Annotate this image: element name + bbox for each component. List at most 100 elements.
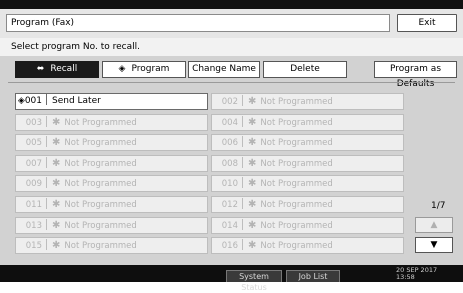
program-slot[interactable]: 013 ✱ Not Programmed — [15, 217, 208, 234]
not-programmed-icon: ✱ — [52, 158, 61, 169]
slot-divider — [242, 136, 243, 147]
program-name: Not Programmed — [260, 159, 333, 169]
program-number: 014 — [212, 219, 238, 233]
tab-delete[interactable]: Delete — [263, 61, 347, 78]
program-name: Not Programmed — [260, 138, 333, 148]
program-number: 006 — [212, 136, 238, 150]
tab-label: Delete — [290, 64, 320, 74]
program-name: Not Programmed — [64, 118, 137, 128]
slot-divider — [46, 94, 47, 105]
program-number: 005 — [16, 136, 42, 150]
program-name: Not Programmed — [260, 179, 333, 189]
program-slot[interactable]: 015 ✱ Not Programmed — [15, 237, 208, 254]
divider — [8, 82, 455, 83]
program-slot[interactable]: 012 ✱ Not Programmed — [211, 196, 404, 213]
program-number: 004 — [212, 116, 238, 130]
program-number-text: 011 — [25, 200, 42, 210]
page-title: Program (Fax) — [11, 18, 75, 28]
program-slot[interactable]: 003 ✱ Not Programmed — [15, 114, 208, 131]
tab-recall[interactable]: ⬌ Recall — [15, 61, 99, 78]
program-number-text: 007 — [25, 159, 42, 169]
slot-divider — [46, 177, 47, 188]
program-icon: ◈ — [118, 64, 126, 74]
slot-divider — [242, 157, 243, 168]
not-programmed-icon: ✱ — [52, 178, 61, 189]
page-indicator: 1/7 — [431, 201, 446, 211]
title-box: Program (Fax) — [6, 14, 390, 32]
program-number-text: 016 — [221, 241, 238, 251]
not-programmed-icon: ✱ — [52, 199, 61, 210]
program-number: 008 — [212, 157, 238, 171]
program-slot[interactable]: 005 ✱ Not Programmed — [15, 134, 208, 151]
slot-divider — [242, 198, 243, 209]
program-number: 015 — [16, 239, 42, 253]
program-number: 013 — [16, 219, 42, 233]
slot-divider — [242, 116, 243, 127]
program-number: 002 — [212, 95, 238, 109]
program-slot[interactable]: 009 ✱ Not Programmed — [15, 175, 208, 192]
program-slot[interactable]: 010 ✱ Not Programmed — [211, 175, 404, 192]
program-number-text: 002 — [221, 97, 238, 107]
job-list-button[interactable]: Job List — [286, 270, 340, 282]
program-number: 010 — [212, 177, 238, 191]
tab-change-name[interactable]: Change Name — [188, 61, 260, 78]
program-number-text: 005 — [25, 138, 42, 148]
program-name: Not Programmed — [64, 241, 137, 251]
program-slot[interactable]: 006 ✱ Not Programmed — [211, 134, 404, 151]
not-programmed-icon: ✱ — [248, 137, 257, 148]
programmed-icon: ◈ — [17, 96, 25, 106]
date-time: 20 SEP 2017 13:58 — [396, 267, 437, 281]
slot-divider — [46, 219, 47, 230]
page-up-button[interactable]: ▲ — [415, 217, 453, 233]
recall-icon: ⬌ — [36, 64, 45, 74]
arrow-up-icon: ▲ — [430, 220, 438, 230]
tab-label: Change Name — [192, 64, 256, 74]
program-slot[interactable]: 008 ✱ Not Programmed — [211, 155, 404, 172]
program-name: Not Programmed — [64, 179, 137, 189]
program-as-defaults-button[interactable]: Program as Defaults — [374, 61, 457, 89]
page-down-button[interactable]: ▼ — [415, 237, 453, 253]
program-slot[interactable]: 002 ✱ Not Programmed — [211, 93, 404, 110]
top-bar — [0, 0, 463, 9]
program-slot[interactable]: 016 ✱ Not Programmed — [211, 237, 404, 254]
slot-divider — [46, 136, 47, 147]
not-programmed-icon: ✱ — [52, 117, 61, 128]
arrow-down-icon: ▼ — [430, 240, 438, 250]
tab-label: Program — [131, 64, 170, 74]
program-slot[interactable]: 014 ✱ Not Programmed — [211, 217, 404, 234]
not-programmed-icon: ✱ — [248, 178, 257, 189]
tab-program[interactable]: ◈ Program — [102, 61, 186, 78]
exit-button[interactable]: Exit — [397, 14, 457, 32]
program-name: Not Programmed — [64, 200, 137, 210]
slot-divider — [242, 177, 243, 188]
tab-label: Program as Defaults — [389, 64, 442, 89]
program-number: 007 — [16, 157, 42, 171]
not-programmed-icon: ✱ — [248, 96, 257, 107]
program-number-text: 004 — [221, 118, 238, 128]
program-slot[interactable]: ◈001 Send Later — [15, 93, 208, 110]
not-programmed-icon: ✱ — [52, 137, 61, 148]
not-programmed-icon: ✱ — [248, 117, 257, 128]
slot-divider — [46, 239, 47, 250]
program-name: Not Programmed — [64, 138, 137, 148]
not-programmed-icon: ✱ — [52, 220, 61, 231]
program-number-text: 008 — [221, 159, 238, 169]
not-programmed-icon: ✱ — [248, 199, 257, 210]
program-number: 011 — [16, 198, 42, 212]
not-programmed-icon: ✱ — [248, 158, 257, 169]
program-name: Not Programmed — [260, 221, 333, 231]
program-slot[interactable]: 004 ✱ Not Programmed — [211, 114, 404, 131]
time-text: 13:58 — [396, 273, 415, 281]
slot-divider — [242, 219, 243, 230]
program-number: 016 — [212, 239, 238, 253]
program-slot[interactable]: 011 ✱ Not Programmed — [15, 196, 208, 213]
program-slot[interactable]: 007 ✱ Not Programmed — [15, 155, 208, 172]
program-name: Not Programmed — [260, 200, 333, 210]
program-number-text: 001 — [24, 96, 42, 106]
slot-divider — [46, 116, 47, 127]
system-status-button[interactable]: System Status — [226, 270, 282, 292]
slot-divider — [46, 157, 47, 168]
slot-divider — [242, 95, 243, 106]
program-name: Not Programmed — [260, 241, 333, 251]
program-name: Not Programmed — [260, 118, 333, 128]
